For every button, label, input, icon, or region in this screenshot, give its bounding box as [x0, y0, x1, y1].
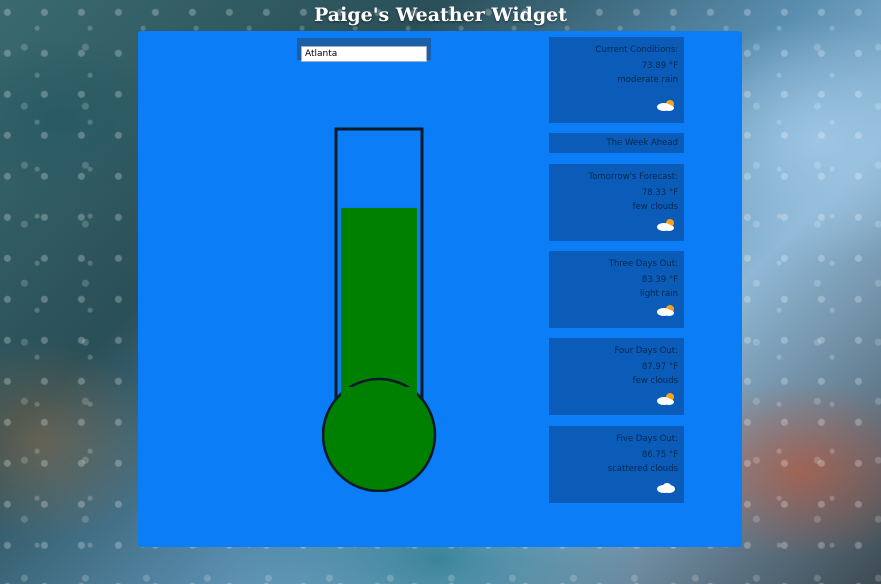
- card-title: Four Days Out:: [614, 346, 678, 356]
- thermometer-neck: [341, 387, 417, 427]
- forecast-card: Five Days Out: 86.75 °F scattered clouds: [549, 426, 684, 503]
- card-temp: 87.97 °F: [641, 362, 678, 372]
- card-temp: 78.33 °F: [641, 188, 678, 198]
- forecast-card: Four Days Out: 87.97 °F few clouds: [549, 338, 684, 415]
- cloud-sun-icon: [657, 219, 674, 231]
- current-conditions-card: Current Conditions: 73.89 °F moderate ra…: [549, 37, 684, 123]
- card-desc: few clouds: [632, 202, 678, 212]
- forecast-card: Tomorrow's Forecast: 78.33 °F few clouds: [549, 164, 684, 241]
- thermometer: [322, 127, 437, 492]
- card-title: Five Days Out:: [616, 434, 678, 444]
- search-box: [297, 38, 431, 62]
- week-ahead-header: The Week Ahead: [549, 133, 684, 153]
- forecast-card: Three Days Out: 83.39 °F light rain: [549, 251, 684, 328]
- card-title: Tomorrow's Forecast:: [588, 172, 678, 182]
- card-desc: scattered clouds: [607, 464, 678, 474]
- card-desc: few clouds: [632, 376, 678, 386]
- cloud-icon: [657, 483, 675, 493]
- card-desc: moderate rain: [617, 75, 678, 85]
- card-title: Three Days Out:: [608, 259, 678, 269]
- widget-panel: Current Conditions: 73.89 °F moderate ra…: [138, 31, 742, 547]
- card-title: Current Conditions:: [595, 45, 678, 55]
- page-title: Paige's Weather Widget: [314, 4, 567, 26]
- card-desc: light rain: [640, 289, 678, 299]
- card-temp: 73.89 °F: [641, 61, 678, 71]
- card-temp: 86.75 °F: [641, 450, 678, 460]
- rain-cloud-sun-icon: [657, 100, 674, 115]
- cloud-sun-icon: [657, 393, 674, 405]
- city-search-input[interactable]: [301, 46, 427, 62]
- card-temp: 83.39 °F: [641, 275, 678, 285]
- rain-cloud-sun-icon: [657, 305, 674, 320]
